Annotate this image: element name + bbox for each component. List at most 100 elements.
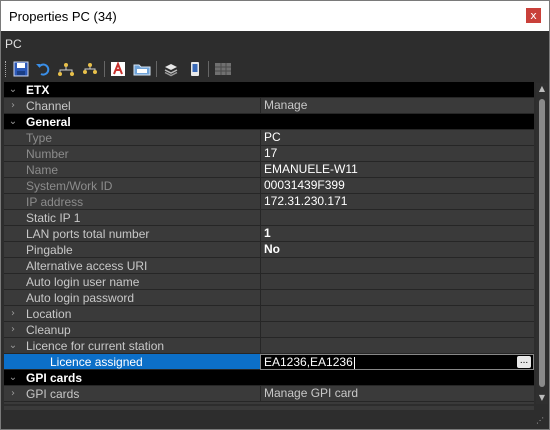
property-value[interactable]: No [260,242,534,258]
property-row[interactable]: Static IP 1 [4,210,534,226]
category-row[interactable]: ⌄ ETX [4,82,534,98]
property-label: Auto login password [26,291,135,305]
property-value-text: EA1236,EA1236 [264,355,353,369]
scroll-down-icon[interactable]: ▼ [536,392,548,404]
status-bar: ⋰ [1,411,549,429]
property-row[interactable]: System/Work ID 00031439F399 [4,178,534,194]
property-value[interactable] [260,210,534,226]
property-value[interactable]: PC [260,130,534,146]
stack-icon[interactable] [162,60,180,78]
property-value[interactable] [260,258,534,274]
expand-right-icon[interactable]: › [4,98,22,114]
network-alt-icon[interactable] [81,60,99,78]
property-value-text: Manage GPI card [264,386,359,400]
property-value-input[interactable]: EA1236,EA1236... [260,354,534,370]
row-gutter [4,354,22,370]
row-gutter [4,210,22,226]
category-row[interactable]: ⌄ General [4,114,534,130]
property-label: Pingable [26,243,73,257]
property-row[interactable]: LAN ports total number 1 [4,226,534,242]
property-row[interactable]: › Channel Manage [4,98,534,114]
expand-right-icon[interactable]: › [4,386,22,402]
folder-icon[interactable] [133,60,151,78]
property-label: Location [26,307,72,321]
network-icon[interactable] [57,60,75,78]
close-button[interactable]: x [526,8,541,23]
ellipsis-button[interactable]: ... [517,356,531,368]
property-label: Licence assigned [50,355,143,369]
property-row[interactable]: › GPI cards Manage GPI card [4,386,534,402]
property-label: Name [26,163,59,177]
text-caret [353,356,355,369]
property-row[interactable]: Number 17 [4,146,534,162]
property-label: GPI cards [26,387,80,401]
font-icon[interactable] [109,60,127,78]
property-row[interactable]: Auto login user name [4,274,534,290]
expand-down-icon[interactable]: ⌄ [4,82,22,98]
property-label: LAN ports total number [26,227,150,241]
row-gutter [4,162,22,178]
resize-grip-icon[interactable]: ⋰ [536,416,546,426]
property-label: System/Work ID [26,179,113,193]
toolbar-separator [156,61,157,77]
expand-down-icon[interactable]: ⌄ [4,370,22,386]
category-row[interactable]: ⌄ GPI cards [4,370,534,386]
property-value[interactable]: 1 [260,226,534,242]
property-row[interactable]: Pingable No [4,242,534,258]
property-row[interactable]: IP address 172.31.230.171 [4,194,534,210]
scroll-thumb[interactable] [539,99,545,387]
property-value[interactable] [260,274,534,290]
property-value[interactable]: Manage GPI card [260,386,534,402]
grid-icon[interactable] [214,60,232,78]
expand-down-icon[interactable]: ⌄ [4,114,22,130]
device-icon[interactable] [186,60,204,78]
property-label: Licence for current station [26,339,165,353]
save-icon[interactable] [12,60,30,78]
property-row[interactable]: Alternative access URI [4,258,534,274]
row-gutter [4,274,22,290]
property-value[interactable]: 00031439F399 [260,178,534,194]
property-value[interactable]: 172.31.230.171 [260,194,534,210]
expand-down-icon[interactable]: ⌄ [4,338,22,354]
property-value[interactable]: 17 [260,146,534,162]
category-label: ETX [26,83,50,97]
property-row[interactable]: Licence assigned EA1236,EA1236... [4,354,534,370]
title-bar[interactable]: Properties PC (34) x [1,1,549,31]
vertical-scrollbar[interactable]: ▲ ▼ [536,83,548,404]
expand-right-icon[interactable]: › [4,306,22,322]
horizontal-scrollbar[interactable] [4,406,534,410]
category-label: GPI cards [26,371,83,385]
scroll-up-icon[interactable]: ▲ [536,83,548,95]
expand-right-icon[interactable]: › [4,322,22,338]
property-value-text: 1 [264,226,271,240]
property-value-text: 172.31.230.171 [264,194,348,208]
property-label: Cleanup [26,323,71,337]
property-value-text: PC [264,130,281,144]
property-value[interactable]: Manage [260,98,534,114]
property-label: Alternative access URI [26,259,148,273]
property-label: Static IP 1 [26,211,81,225]
property-row[interactable]: Auto login password [4,290,534,306]
property-value[interactable] [260,306,534,322]
property-value[interactable] [260,338,534,354]
undo-icon[interactable] [34,60,52,78]
property-value[interactable] [260,322,534,338]
property-value[interactable]: EMANUELE-W11 [260,162,534,178]
property-value-text: EMANUELE-W11 [264,162,358,176]
row-gutter [4,242,22,258]
property-value[interactable] [260,290,534,306]
property-value-text: Manage [264,98,308,112]
property-row[interactable]: › Cleanup [4,322,534,338]
row-gutter [4,130,22,146]
property-row[interactable]: ⌄ Licence for current station [4,338,534,354]
row-gutter [4,226,22,242]
property-row[interactable]: Type PC [4,130,534,146]
property-grid: ⌄ ETX › Channel Manage ⌄ General Type PC Number 17… [4,82,534,404]
row-gutter [4,178,22,194]
category-label: General [26,115,71,129]
property-row[interactable]: Name EMANUELE-W11 [4,162,534,178]
property-row[interactable]: › Location [4,306,534,322]
breadcrumb: PC [5,37,22,51]
toolbar-grip-icon[interactable] [5,61,9,77]
property-value-text: 17 [264,146,278,160]
